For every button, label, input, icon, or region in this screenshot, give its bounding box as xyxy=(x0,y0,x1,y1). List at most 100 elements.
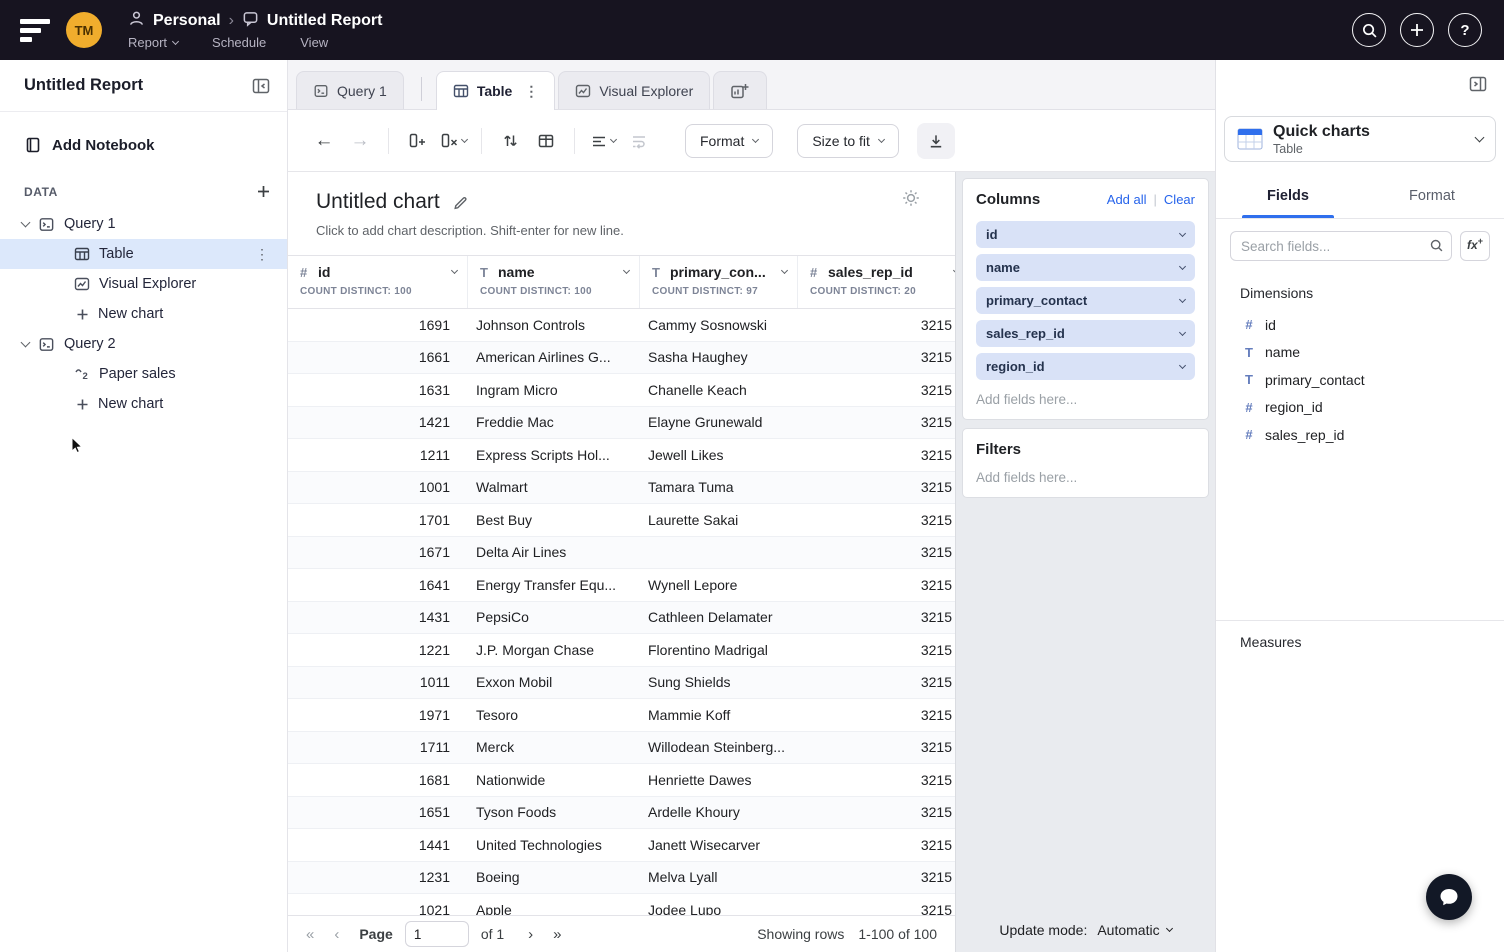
search-fields-input[interactable] xyxy=(1230,231,1452,261)
sidebar-item-paper-sales[interactable]: 2 Paper sales xyxy=(0,359,287,389)
table-row: 1431 PepsiCo Cathleen Delamater 3215 xyxy=(288,602,955,635)
edit-pencil-icon[interactable] xyxy=(452,193,470,211)
table-row: 1421 Freddie Mac Elayne Grunewald 3215 xyxy=(288,407,955,440)
cell-primary-contact: Jewell Likes xyxy=(640,447,798,463)
column-field-pill[interactable]: name xyxy=(976,254,1195,281)
create-new-button[interactable] xyxy=(1400,13,1434,47)
sidebar-item-new-chart-query2[interactable]: New chart xyxy=(0,389,287,419)
add-chart-tab-button[interactable] xyxy=(713,71,767,109)
dimension-field[interactable]: # sales_rep_id xyxy=(1216,421,1504,449)
chart-description[interactable]: Click to add chart description. Shift-en… xyxy=(316,223,955,238)
menu-view[interactable]: View xyxy=(300,35,328,50)
chevron-down-icon[interactable] xyxy=(1179,295,1186,302)
field-type-icon: # xyxy=(1242,400,1256,415)
chevron-down-icon[interactable] xyxy=(1179,262,1186,269)
page-number-input[interactable] xyxy=(405,921,469,947)
dimension-field[interactable]: # region_id xyxy=(1216,394,1504,422)
chevron-down-icon[interactable] xyxy=(451,267,458,274)
breadcrumb-workspace[interactable]: Personal xyxy=(153,12,221,30)
chevron-down-icon[interactable] xyxy=(781,267,788,274)
clear-link[interactable]: Clear xyxy=(1164,192,1195,207)
column-header[interactable]: T primary_con... COUNT DISTINCT: 97 xyxy=(640,256,798,308)
column-header[interactable]: # id COUNT DISTINCT: 100 xyxy=(288,256,468,308)
format-button[interactable]: Format xyxy=(685,124,773,158)
column-field-pill[interactable]: primary_contact xyxy=(976,287,1195,314)
breadcrumb-report-title[interactable]: Untitled Report xyxy=(267,12,383,30)
add-all-link[interactable]: Add all xyxy=(1107,192,1147,207)
size-to-fit-button[interactable]: Size to fit xyxy=(797,124,899,158)
previous-page-button[interactable]: ‹ xyxy=(334,926,339,943)
update-mode-select[interactable]: Automatic xyxy=(1097,922,1171,938)
cell-name: Tyson Foods xyxy=(468,804,640,820)
sidebar-item-query-2[interactable]: Query 2 xyxy=(0,329,287,359)
alignment-button[interactable] xyxy=(585,123,621,159)
tab-fields[interactable]: Fields xyxy=(1216,176,1360,218)
chevron-down-icon[interactable] xyxy=(21,218,31,228)
table-row: 1711 Merck Willodean Steinberg... 3215 xyxy=(288,732,955,765)
notebook-icon xyxy=(24,136,42,154)
sidebar-item-table[interactable]: Table ⋮ xyxy=(0,239,287,269)
search-button[interactable] xyxy=(1352,13,1386,47)
chevron-down-icon[interactable] xyxy=(1179,229,1186,236)
column-header[interactable]: T name COUNT DISTINCT: 100 xyxy=(468,256,640,308)
kebab-menu-icon[interactable]: ⋮ xyxy=(255,246,269,263)
chevron-down-icon[interactable] xyxy=(1179,328,1186,335)
sidebar-item-visual-explorer[interactable]: Visual Explorer xyxy=(0,269,287,299)
column-field-pill[interactable]: region_id xyxy=(976,353,1195,380)
column-header[interactable]: # sales_rep_id COUNT DISTINCT: 20 xyxy=(798,256,955,308)
tab-format[interactable]: Format xyxy=(1360,176,1504,218)
help-button[interactable]: ? xyxy=(1448,13,1482,47)
sidebar-item-new-chart-query1[interactable]: New chart xyxy=(0,299,287,329)
cell-name: Energy Transfer Equ... xyxy=(468,577,640,593)
remove-column-button[interactable] xyxy=(435,123,471,159)
chart-title[interactable]: Untitled chart xyxy=(316,190,440,214)
add-column-icon xyxy=(408,131,427,150)
add-query-button[interactable] xyxy=(256,184,271,199)
avatar[interactable]: TM xyxy=(66,12,102,48)
add-filters-dropzone[interactable]: Add fields here... xyxy=(976,470,1195,485)
first-page-button[interactable]: « xyxy=(306,926,314,943)
tab-query-1[interactable]: Query 1 xyxy=(296,71,404,109)
app-logo-icon[interactable] xyxy=(0,19,66,42)
quick-charts-selector[interactable]: Quick charts Table xyxy=(1224,116,1496,162)
cell-sales-rep-id: 3215 xyxy=(798,707,955,723)
chevron-down-icon[interactable] xyxy=(1179,361,1186,368)
dimension-field[interactable]: T primary_contact xyxy=(1216,366,1504,394)
add-formula-button[interactable]: fx + xyxy=(1460,231,1490,261)
add-notebook-button[interactable]: Add Notebook xyxy=(0,112,179,154)
column-field-pill[interactable]: id xyxy=(976,221,1195,248)
chat-support-button[interactable] xyxy=(1426,874,1472,920)
menu-schedule[interactable]: Schedule xyxy=(212,35,266,50)
sort-button[interactable] xyxy=(492,123,528,159)
chart-settings-button[interactable] xyxy=(901,188,921,211)
dimension-field[interactable]: # id xyxy=(1216,311,1504,339)
dimension-field[interactable]: T name xyxy=(1216,339,1504,367)
cell-id: 1211 xyxy=(288,447,468,463)
column-field-pill[interactable]: sales_rep_id xyxy=(976,320,1195,347)
collapse-sidebar-button[interactable] xyxy=(251,76,271,96)
chevron-down-icon xyxy=(1166,925,1173,932)
next-page-button[interactable]: › xyxy=(528,926,533,943)
expand-panel-button[interactable] xyxy=(1468,74,1488,97)
table-row: 1651 Tyson Foods Ardelle Khoury 3215 xyxy=(288,797,955,830)
add-fields-dropzone[interactable]: Add fields here... xyxy=(976,392,1195,407)
add-column-button[interactable] xyxy=(399,123,435,159)
quick-chart-table-icon xyxy=(1237,128,1263,150)
chevron-down-icon[interactable] xyxy=(21,338,31,348)
last-page-button[interactable]: » xyxy=(553,926,561,943)
menu-report[interactable]: Report xyxy=(128,35,178,50)
tab-visual-explorer[interactable]: Visual Explorer xyxy=(558,71,710,109)
sidebar-item-query-1[interactable]: Query 1 xyxy=(0,209,287,239)
chevron-down-icon[interactable] xyxy=(623,267,630,274)
tab-table[interactable]: Table ⋮ xyxy=(436,71,556,110)
plus-icon xyxy=(76,398,89,411)
panel-divider xyxy=(1216,620,1504,621)
undo-button[interactable]: ← xyxy=(306,123,342,159)
wrap-text-button[interactable] xyxy=(621,123,657,159)
freeze-columns-button[interactable] xyxy=(528,123,564,159)
tab-kebab-icon[interactable]: ⋮ xyxy=(524,83,538,100)
redo-button[interactable]: → xyxy=(342,123,378,159)
download-button[interactable] xyxy=(917,123,955,159)
table-toolbar: ← → Format Size to fit xyxy=(288,110,1215,172)
cell-primary-contact: Elayne Grunewald xyxy=(640,414,798,430)
